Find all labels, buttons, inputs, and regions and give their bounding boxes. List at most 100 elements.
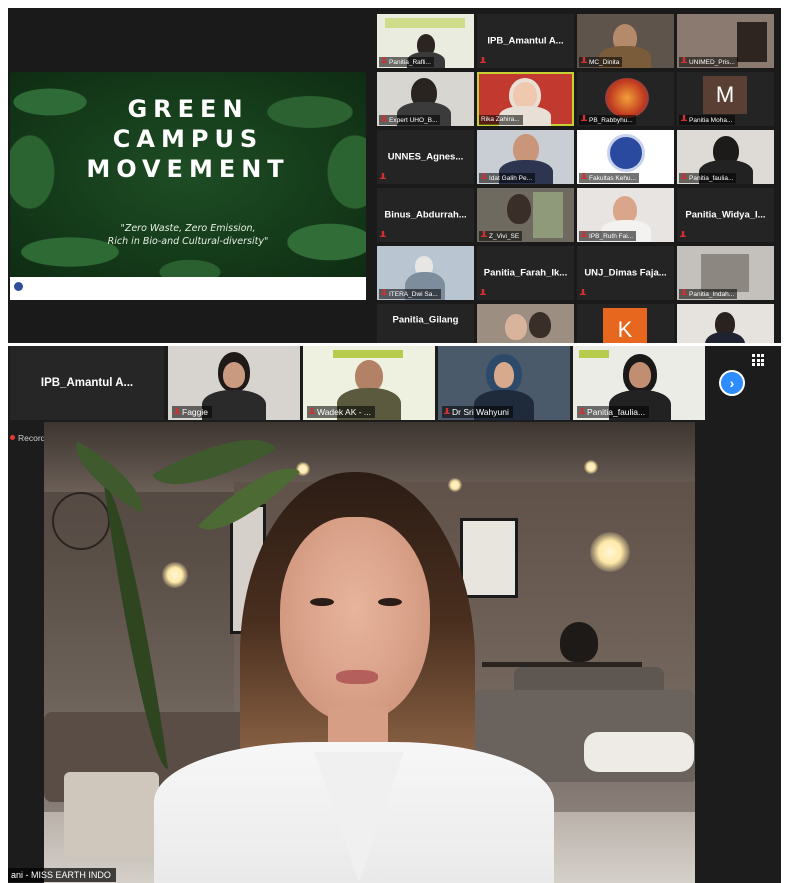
- participant-name: MC_Dinita: [579, 57, 623, 67]
- participant-name: Faggie: [172, 406, 212, 418]
- participant-tile[interactable]: K: [577, 304, 674, 343]
- slide-title-line: GREEN: [127, 95, 249, 123]
- participant-name-center: IPB_Amantul A...: [487, 35, 564, 47]
- participant-tile[interactable]: Panitia_Farah_Ik...: [477, 246, 574, 300]
- shared-slide: GREEN CAMPUS MOVEMENT "Zero Waste, Zero …: [10, 72, 366, 300]
- participant-name: IPB_Ruth Fai...: [579, 231, 637, 241]
- strip-participant-tile[interactable]: Faggie: [168, 346, 300, 420]
- participant-name-center: Panitia_Gilang: [392, 314, 459, 326]
- microphone-muted-icon: [680, 231, 686, 237]
- participant-tile[interactable]: IPB_Amantul A...: [477, 14, 574, 68]
- participant-tile[interactable]: Panitia_Widya_I...: [677, 188, 774, 242]
- grid-view-icon[interactable]: [752, 354, 764, 366]
- slide-title-line: CAMPUS: [112, 125, 264, 153]
- participant-name: Wadek AK - ...: [307, 406, 376, 418]
- microphone-muted-icon: [681, 115, 687, 121]
- avatar: K: [603, 308, 647, 343]
- participant-name: Panitia_faulia...: [577, 406, 650, 418]
- participant-name: Fakultas Kehu...: [579, 173, 639, 183]
- participant-name-center: Panitia_Widya_I...: [685, 209, 766, 221]
- next-page-button[interactable]: ›: [719, 370, 745, 396]
- participant-name: UNIMED_Pris...: [679, 57, 738, 67]
- participant-tile[interactable]: Fakultas Kehu...: [577, 130, 674, 184]
- participant-name-center: UNJ_Dimas Faja...: [584, 267, 667, 279]
- microphone-muted-icon: [480, 289, 486, 295]
- microphone-muted-icon: [444, 408, 450, 414]
- participant-tile[interactable]: Idat Galih Pe...: [477, 130, 574, 184]
- microphone-muted-icon: [579, 408, 585, 414]
- participant-tile[interactable]: Panitia_Gilang: [377, 304, 474, 343]
- microphone-muted-icon: [309, 408, 315, 414]
- participant-name: Panitia_faulia...: [679, 173, 737, 183]
- participant-tile[interactable]: Panitia_Rafli...: [377, 14, 474, 68]
- participant-tile[interactable]: M Panitia Moha...: [677, 72, 774, 126]
- microphone-muted-icon: [174, 408, 180, 414]
- participant-tile[interactable]: MC_Dinita: [577, 14, 674, 68]
- participant-name: Panitia_Indah...: [679, 289, 738, 299]
- participant-name: Z_Vivi_SE: [479, 231, 523, 241]
- slide-logo: [14, 282, 23, 291]
- strip-participant-tile[interactable]: IPB_Amantul A...: [10, 346, 164, 420]
- participant-tile[interactable]: Expert UHO_B...: [377, 72, 474, 126]
- microphone-muted-icon: [480, 57, 486, 63]
- active-speaker-video[interactable]: [44, 422, 695, 883]
- participant-name-center: IPB_Amantul A...: [40, 377, 134, 389]
- participant-tile[interactable]: PB_Rabbyhu...: [577, 72, 674, 126]
- strip-participant-tile[interactable]: Dr Sri Wahyuni: [438, 346, 570, 420]
- participant-tile[interactable]: [477, 304, 574, 343]
- avatar: M: [703, 76, 747, 114]
- participant-tile[interactable]: ITERA_Dwi Sa...: [377, 246, 474, 300]
- slide-tagline-line: "Zero Waste, Zero Emission,: [120, 223, 256, 234]
- microphone-muted-icon: [581, 173, 587, 179]
- participant-name-center: Binus_Abdurrah...: [384, 209, 467, 221]
- participant-tile[interactable]: UNNES_Agnes...: [377, 130, 474, 184]
- chevron-right-icon: ›: [729, 375, 735, 391]
- slide-tagline-line: Rich in Bio-and Cultural-diversity": [107, 236, 269, 247]
- microphone-muted-icon: [681, 173, 687, 179]
- participant-tile[interactable]: IPB_Ruth Fai...: [577, 188, 674, 242]
- participant-tile[interactable]: UNJ_Dimas Faja...: [577, 246, 674, 300]
- microphone-muted-icon: [581, 231, 587, 237]
- participant-name: Rika Zahira...: [479, 115, 523, 125]
- wall-clock: [52, 492, 110, 550]
- recording-dot-icon: [10, 435, 15, 440]
- participant-name: PB_Rabbyhu...: [579, 115, 636, 125]
- participant-tile[interactable]: Panitia_faulia...: [677, 130, 774, 184]
- participant-tile[interactable]: Binus_Abdurrah...: [377, 188, 474, 242]
- participant-tile[interactable]: [677, 304, 774, 343]
- participant-name-center: Panitia_Farah_Ik...: [483, 267, 568, 279]
- microphone-muted-icon: [481, 173, 487, 179]
- wall-art: [460, 518, 518, 598]
- microphone-muted-icon: [581, 57, 587, 63]
- microphone-muted-icon: [481, 231, 487, 237]
- plant-pot: [64, 772, 159, 857]
- speaker-face: [280, 517, 430, 722]
- microphone-muted-icon: [381, 115, 387, 121]
- participant-name: Idat Galih Pe...: [479, 173, 535, 183]
- active-speaker-name: ani - MISS EARTH INDO: [8, 868, 116, 882]
- microphone-muted-icon: [381, 289, 387, 295]
- strip-participant-tile[interactable]: Wadek AK - ...: [303, 346, 435, 420]
- participant-name: ITERA_Dwi Sa...: [379, 289, 441, 299]
- participant-tile[interactable]: UNIMED_Pris...: [677, 14, 774, 68]
- microphone-muted-icon: [581, 115, 587, 121]
- participant-name: Panitia_Rafli...: [379, 57, 434, 67]
- participant-name-center: UNNES_Agnes...: [387, 151, 464, 163]
- microphone-muted-icon: [681, 289, 687, 295]
- microphone-muted-icon: [380, 231, 386, 237]
- microphone-muted-icon: [380, 173, 386, 179]
- microphone-muted-icon: [580, 289, 586, 295]
- participant-name: Dr Sri Wahyuni: [442, 406, 513, 418]
- participant-name: Panitia Moha...: [679, 115, 736, 125]
- slide-title-line: MOVEMENT: [86, 155, 290, 183]
- speaker-view-panel: IPB_Amantul A... Faggie Wadek AK - ... D…: [8, 346, 781, 883]
- strip-participant-tile[interactable]: Panitia_faulia...: [573, 346, 705, 420]
- participant-tile-active-speaker[interactable]: Rika Zahira...: [477, 72, 574, 126]
- participant-tile[interactable]: Panitia_Indah...: [677, 246, 774, 300]
- microphone-muted-icon: [381, 57, 387, 63]
- gallery-view-panel: GREEN CAMPUS MOVEMENT "Zero Waste, Zero …: [8, 8, 781, 343]
- microphone-muted-icon: [681, 57, 687, 63]
- participant-name: Expert UHO_B...: [379, 115, 441, 125]
- slide-leaf-background: GREEN CAMPUS MOVEMENT "Zero Waste, Zero …: [10, 72, 366, 277]
- participant-tile[interactable]: Z_Vivi_SE: [477, 188, 574, 242]
